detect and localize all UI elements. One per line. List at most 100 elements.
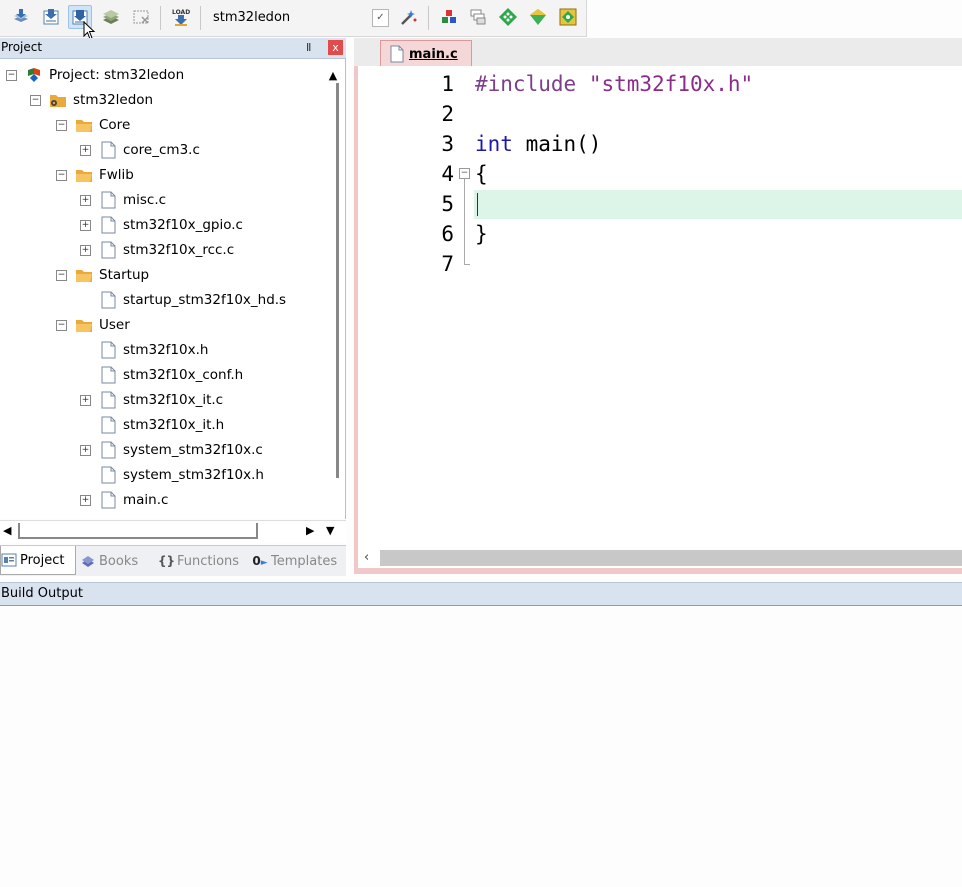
collapse-icon[interactable]: −: [56, 169, 67, 181]
expand-icon[interactable]: +: [80, 244, 91, 256]
file-icon: [101, 216, 116, 234]
collapse-icon[interactable]: −: [30, 94, 41, 106]
target-options-icon[interactable]: [398, 6, 420, 28]
expand-icon[interactable]: +: [80, 444, 91, 456]
scroll-right-icon[interactable]: ▶: [306, 524, 314, 537]
line-number: 5: [441, 192, 454, 216]
file-icon: [101, 491, 116, 509]
batch-build-icon[interactable]: [100, 6, 122, 28]
tab-project[interactable]: Project: [0, 546, 76, 575]
scroll-left-icon[interactable]: ‹: [364, 550, 369, 565]
pack-installer-icon[interactable]: [497, 6, 519, 28]
tree-file[interactable]: stm32f10x_it.h: [80, 416, 224, 434]
scrollbar-thumb[interactable]: [18, 523, 258, 539]
function-signature: main(): [512, 132, 602, 156]
scroll-up-icon[interactable]: ▲: [323, 69, 343, 82]
collapse-icon[interactable]: −: [56, 269, 67, 281]
build-output-header: Build Output: [0, 582, 962, 607]
functions-icon: {}: [158, 554, 176, 568]
target-select[interactable]: stm32ledon: [213, 10, 290, 25]
tree-file[interactable]: + system_stm32f10x.c: [80, 441, 263, 459]
code-line-4: {: [475, 162, 488, 186]
group-label: Core: [99, 117, 131, 133]
run-time-environment-icon[interactable]: [557, 6, 579, 28]
translate-icon[interactable]: [10, 6, 32, 28]
tab-label: Project: [20, 552, 65, 568]
download-icon[interactable]: LOAD: [170, 6, 192, 28]
file-label: startup_stm32f10x_hd.s: [123, 292, 287, 308]
line-number: 2: [441, 102, 454, 126]
tree-target-label: stm32ledon: [73, 92, 154, 108]
file-extensions-icon[interactable]: [467, 6, 489, 28]
close-icon[interactable]: x: [328, 40, 343, 55]
tree-vertical-scrollbar[interactable]: ▲: [323, 63, 343, 481]
fold-guide-end: [464, 264, 470, 265]
fold-collapse-icon[interactable]: −: [459, 168, 470, 179]
file-icon: [101, 341, 116, 359]
file-icon: [101, 441, 116, 459]
collapse-icon[interactable]: −: [56, 319, 67, 331]
scroll-down-icon[interactable]: ▼: [326, 524, 334, 537]
scrollbar-thumb[interactable]: [380, 550, 962, 566]
tree-file[interactable]: + stm32f10x_rcc.c: [80, 241, 234, 259]
file-label: stm32f10x.h: [123, 342, 209, 358]
expand-icon[interactable]: +: [80, 144, 91, 156]
code-line-3: int main(): [475, 132, 601, 156]
tree-group[interactable]: − User: [56, 316, 130, 334]
file-label: system_stm32f10x.h: [123, 467, 264, 483]
line-number: 3: [441, 132, 454, 156]
project-icon: [1, 553, 17, 567]
folder-open-icon: [76, 270, 92, 282]
build-output-title: Build Output: [1, 586, 83, 601]
toolbar-separator: [428, 6, 429, 30]
load-text: LOAD: [172, 9, 190, 16]
build-icon[interactable]: [40, 6, 62, 28]
tab-templates[interactable]: 0► Templates: [252, 550, 337, 572]
scroll-left-icon[interactable]: ◀: [3, 524, 11, 537]
file-label: system_stm32f10x.c: [123, 442, 263, 458]
books-icon: [82, 556, 94, 567]
tree-group[interactable]: − Fwlib: [56, 166, 134, 184]
current-line-highlight: [474, 190, 962, 219]
tree-file[interactable]: startup_stm32f10x_hd.s: [80, 291, 286, 309]
tree-file[interactable]: stm32f10x_conf.h: [80, 366, 243, 384]
tab-books[interactable]: Books: [80, 550, 138, 572]
tree-file[interactable]: + stm32f10x_it.c: [80, 391, 223, 409]
file-icon: [101, 366, 116, 384]
expand-icon[interactable]: +: [80, 394, 91, 406]
tree-group[interactable]: − Core: [56, 116, 130, 134]
line-number: 7: [441, 252, 454, 276]
tree-group[interactable]: − Startup: [56, 266, 149, 284]
tree-file[interactable]: + misc.c: [80, 191, 166, 209]
editor-tab-main-c[interactable]: main.c: [380, 40, 472, 67]
tree-file[interactable]: stm32f10x.h: [80, 341, 208, 359]
file-label: stm32f10x_it.c: [123, 392, 224, 408]
build-output-pane[interactable]: [0, 606, 962, 887]
tab-functions[interactable]: {} Functions: [158, 550, 239, 572]
collapse-icon[interactable]: −: [6, 69, 17, 81]
file-icon: [101, 291, 116, 309]
manage-components-icon[interactable]: [438, 6, 460, 28]
templates-icon: 0►: [252, 554, 268, 568]
tab-label: Books: [99, 553, 139, 569]
stop-build-icon[interactable]: [130, 6, 152, 28]
chevron-down-icon[interactable]: ✓: [372, 9, 389, 27]
tree-file[interactable]: + core_cm3.c: [80, 141, 200, 159]
select-software-packs-icon[interactable]: [527, 6, 549, 28]
collapse-icon[interactable]: −: [56, 119, 67, 131]
scrollbar-thumb[interactable]: [336, 83, 339, 478]
toolbar-separator: [160, 6, 161, 30]
tree-root[interactable]: − Project: stm32ledon: [6, 66, 184, 84]
tree-file[interactable]: + stm32f10x_gpio.c: [80, 216, 243, 234]
tree-file[interactable]: + main.c: [80, 491, 168, 509]
tree-file[interactable]: system_stm32f10x.h: [80, 466, 264, 484]
editor-horizontal-scrollbar[interactable]: ‹: [358, 548, 962, 568]
expand-icon[interactable]: +: [80, 194, 91, 206]
folder-open-icon: [76, 320, 92, 332]
expand-icon[interactable]: +: [80, 219, 91, 231]
tree-horizontal-scrollbar[interactable]: ◀ ▶ ▼: [0, 520, 346, 543]
tree-target[interactable]: − stm32ledon: [30, 91, 153, 109]
expand-icon[interactable]: +: [80, 494, 91, 506]
editor-tab-label: main.c: [409, 46, 458, 62]
pin-icon[interactable]: Ⅱ: [306, 41, 311, 54]
